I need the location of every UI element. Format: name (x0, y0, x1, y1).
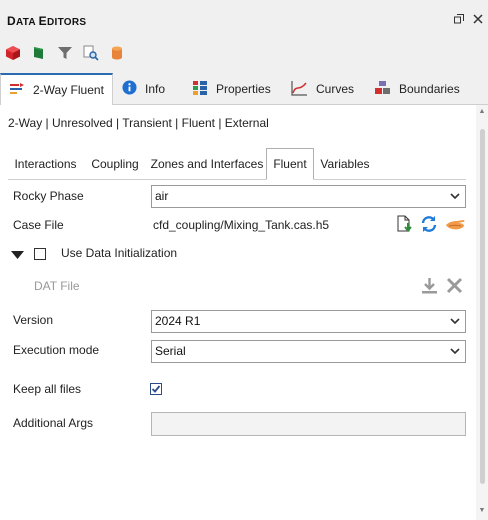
use-data-init-checkbox[interactable] (34, 248, 46, 260)
vertical-scrollbar[interactable]: ▲ ▼ (476, 105, 488, 520)
coupling-icon (9, 81, 25, 100)
download-icon[interactable] (421, 277, 438, 297)
execution-mode-label: Execution mode (13, 343, 100, 357)
execution-mode-select[interactable]: Serial (151, 340, 466, 363)
hand-icon[interactable] (445, 216, 466, 235)
breadcrumb: 2-Way | Unresolved | Transient | Fluent … (8, 116, 269, 130)
boundaries-icon (374, 80, 391, 99)
use-data-init-label: Use Data Initialization (61, 246, 178, 260)
rocky-phase-select[interactable]: air (151, 185, 466, 208)
keep-all-files-checkbox[interactable] (150, 383, 162, 395)
tab-curves[interactable]: Curves (291, 73, 354, 105)
main-tab-bar: 2-Way Fluent Info Properties Curves Boun… (0, 73, 488, 106)
case-file-label: Case File (13, 218, 64, 232)
scroll-thumb[interactable] (480, 129, 485, 484)
chevron-down-icon (450, 311, 460, 340)
checkmark-icon (151, 385, 161, 393)
tab-info[interactable]: Info (122, 73, 165, 105)
panel-header: DATA EDITORS (0, 0, 488, 40)
rocky-phase-label: Rocky Phase (13, 189, 84, 203)
tab-interactions[interactable]: Interactions (8, 148, 83, 180)
additional-args-label: Additional Args (13, 416, 94, 430)
scroll-up-icon[interactable]: ▲ (478, 108, 486, 115)
orange-cylinder-icon[interactable] (108, 44, 126, 62)
chevron-down-icon (450, 341, 460, 370)
info-icon (122, 80, 137, 98)
tab-zones-and-interfaces[interactable]: Zones and Interfaces (147, 148, 267, 180)
curves-icon (291, 80, 308, 99)
sub-tab-bar: Interactions Coupling Zones and Interfac… (8, 148, 466, 180)
toolbar (4, 42, 126, 64)
keep-all-files-label: Keep all files (13, 382, 82, 396)
version-select[interactable]: 2024 R1 (151, 310, 466, 333)
collapse-triangle-icon[interactable] (11, 249, 24, 263)
import-file-icon[interactable] (396, 215, 413, 236)
tab-boundaries[interactable]: Boundaries (374, 73, 460, 105)
tab-variables[interactable]: Variables (314, 148, 376, 180)
tab-2-way-fluent[interactable]: 2-Way Fluent (0, 73, 113, 106)
panel-title: DATA EDITORS (7, 14, 87, 28)
search-document-icon[interactable] (82, 44, 100, 62)
clear-icon[interactable] (446, 277, 463, 297)
tab-coupling[interactable]: Coupling (83, 148, 147, 180)
float-window-icon[interactable] (453, 14, 465, 26)
red-cube-icon[interactable] (4, 44, 22, 62)
tab-properties[interactable]: Properties (192, 73, 271, 105)
close-icon[interactable] (472, 14, 484, 26)
case-file-path: cfd_coupling/Mixing_Tank.cas.h5 (153, 218, 330, 232)
funnel-icon[interactable] (56, 44, 74, 62)
tab-fluent[interactable]: Fluent (266, 148, 314, 180)
additional-args-input[interactable] (151, 412, 466, 436)
chevron-down-icon (450, 186, 460, 215)
scroll-down-icon[interactable]: ▼ (478, 507, 486, 514)
dat-file-label: DAT File (34, 279, 80, 293)
green-flag-icon[interactable] (30, 44, 48, 62)
version-label: Version (13, 313, 54, 327)
refresh-icon[interactable] (420, 215, 438, 236)
properties-icon (192, 80, 208, 99)
